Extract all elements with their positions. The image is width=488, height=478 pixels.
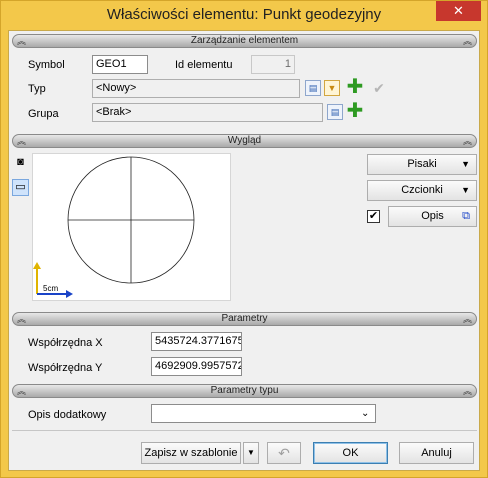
section-header-appearance[interactable]: ︽ Wygląd ︽	[12, 134, 477, 148]
type-label: Typ	[28, 83, 46, 95]
section-title: Wygląd	[227, 135, 262, 146]
pens-button-label: Pisaki	[407, 158, 437, 170]
element-id-field: 1	[251, 55, 295, 74]
extra-description-label: Opis dodatkowy	[28, 409, 107, 421]
marker-icon[interactable]: ▼	[324, 80, 340, 96]
scale-y-arrow	[33, 262, 41, 269]
group-label: Grupa	[28, 108, 59, 120]
edit-text-icon: ⧉	[462, 210, 470, 222]
fonts-button[interactable]: Czcionki ▼	[367, 180, 477, 201]
section-header-type-parameters[interactable]: ︽ Parametry typu ︽	[12, 384, 477, 398]
footer-divider	[12, 430, 477, 431]
section-title: Zarządzanie elementem	[190, 35, 299, 46]
add-type-icon[interactable]: ✚	[346, 77, 364, 97]
coord-y-label: Współrzędna Y	[28, 362, 103, 374]
symbol-label: Symbol	[28, 59, 65, 71]
ok-button[interactable]: OK	[313, 442, 388, 464]
description-button-label: Opis	[421, 210, 444, 222]
element-id-label: Id elementu	[175, 59, 233, 71]
document-icon[interactable]: ▤	[305, 80, 321, 96]
extra-description-select[interactable]	[151, 404, 376, 423]
document-icon[interactable]: ▤	[327, 104, 343, 120]
dialog-content: ︽ Zarządzanie elementem ︽ Symbol GEO1 Id…	[8, 30, 480, 471]
scale-x-arrow	[66, 290, 73, 298]
coord-y-input[interactable]: 4692909.9957572	[151, 357, 242, 376]
camera-icon[interactable]: ◙	[12, 155, 29, 172]
section-header-parameters[interactable]: ︽ Parametry ︽	[12, 312, 477, 326]
collapse-chevron-icon: ︽	[462, 386, 472, 396]
section-header-management[interactable]: ︽ Zarządzanie elementem ︽	[12, 34, 477, 48]
coord-x-input[interactable]: 5435724.3771675	[151, 332, 242, 351]
save-in-template-button[interactable]: Zapisz w szablonie	[141, 442, 241, 464]
properties-dialog: Właściwości elementu: Punkt geodezyjny ✕…	[0, 0, 488, 478]
scale-label: 5cm	[43, 284, 58, 293]
description-button[interactable]: Opis ⧉	[388, 206, 477, 227]
view-icon[interactable]: ▭	[12, 179, 29, 196]
dropdown-caret-icon: ▼	[461, 159, 470, 169]
close-button[interactable]: ✕	[436, 1, 481, 21]
collapse-chevron-icon: ︽	[462, 36, 472, 46]
preview-canvas: 5cm	[33, 156, 195, 298]
section-title: Parametry typu	[210, 385, 279, 396]
cancel-button[interactable]: Anuluj	[399, 442, 474, 464]
window-title: Właściwości elementu: Punkt geodezyjny	[106, 6, 382, 23]
dropdown-chevron-icon: ⌄	[361, 408, 370, 419]
description-checkbox[interactable]: ✔	[367, 210, 380, 223]
collapse-chevron-icon: ︽	[462, 314, 472, 324]
save-template-dropdown-button[interactable]: ▼	[243, 442, 259, 464]
undo-button[interactable]: ↶	[267, 442, 301, 464]
dropdown-caret-icon: ▼	[461, 185, 470, 195]
pens-button[interactable]: Pisaki ▼	[367, 154, 477, 175]
symbol-input[interactable]: GEO1	[92, 55, 148, 74]
title-bar[interactable]: Właściwości elementu: Punkt geodezyjny ✕	[1, 1, 487, 29]
coord-x-label: Współrzędna X	[28, 337, 103, 349]
type-select[interactable]: <Nowy>	[92, 79, 300, 98]
add-group-icon[interactable]: ✚	[346, 101, 364, 121]
group-select[interactable]: <Brak>	[92, 103, 323, 122]
collapse-chevron-icon: ︽	[462, 136, 472, 146]
confirm-check-icon[interactable]: ✔	[370, 79, 388, 97]
section-title: Parametry	[221, 313, 268, 324]
fonts-button-label: Czcionki	[401, 184, 443, 196]
symbol-preview: 5cm	[32, 153, 231, 301]
